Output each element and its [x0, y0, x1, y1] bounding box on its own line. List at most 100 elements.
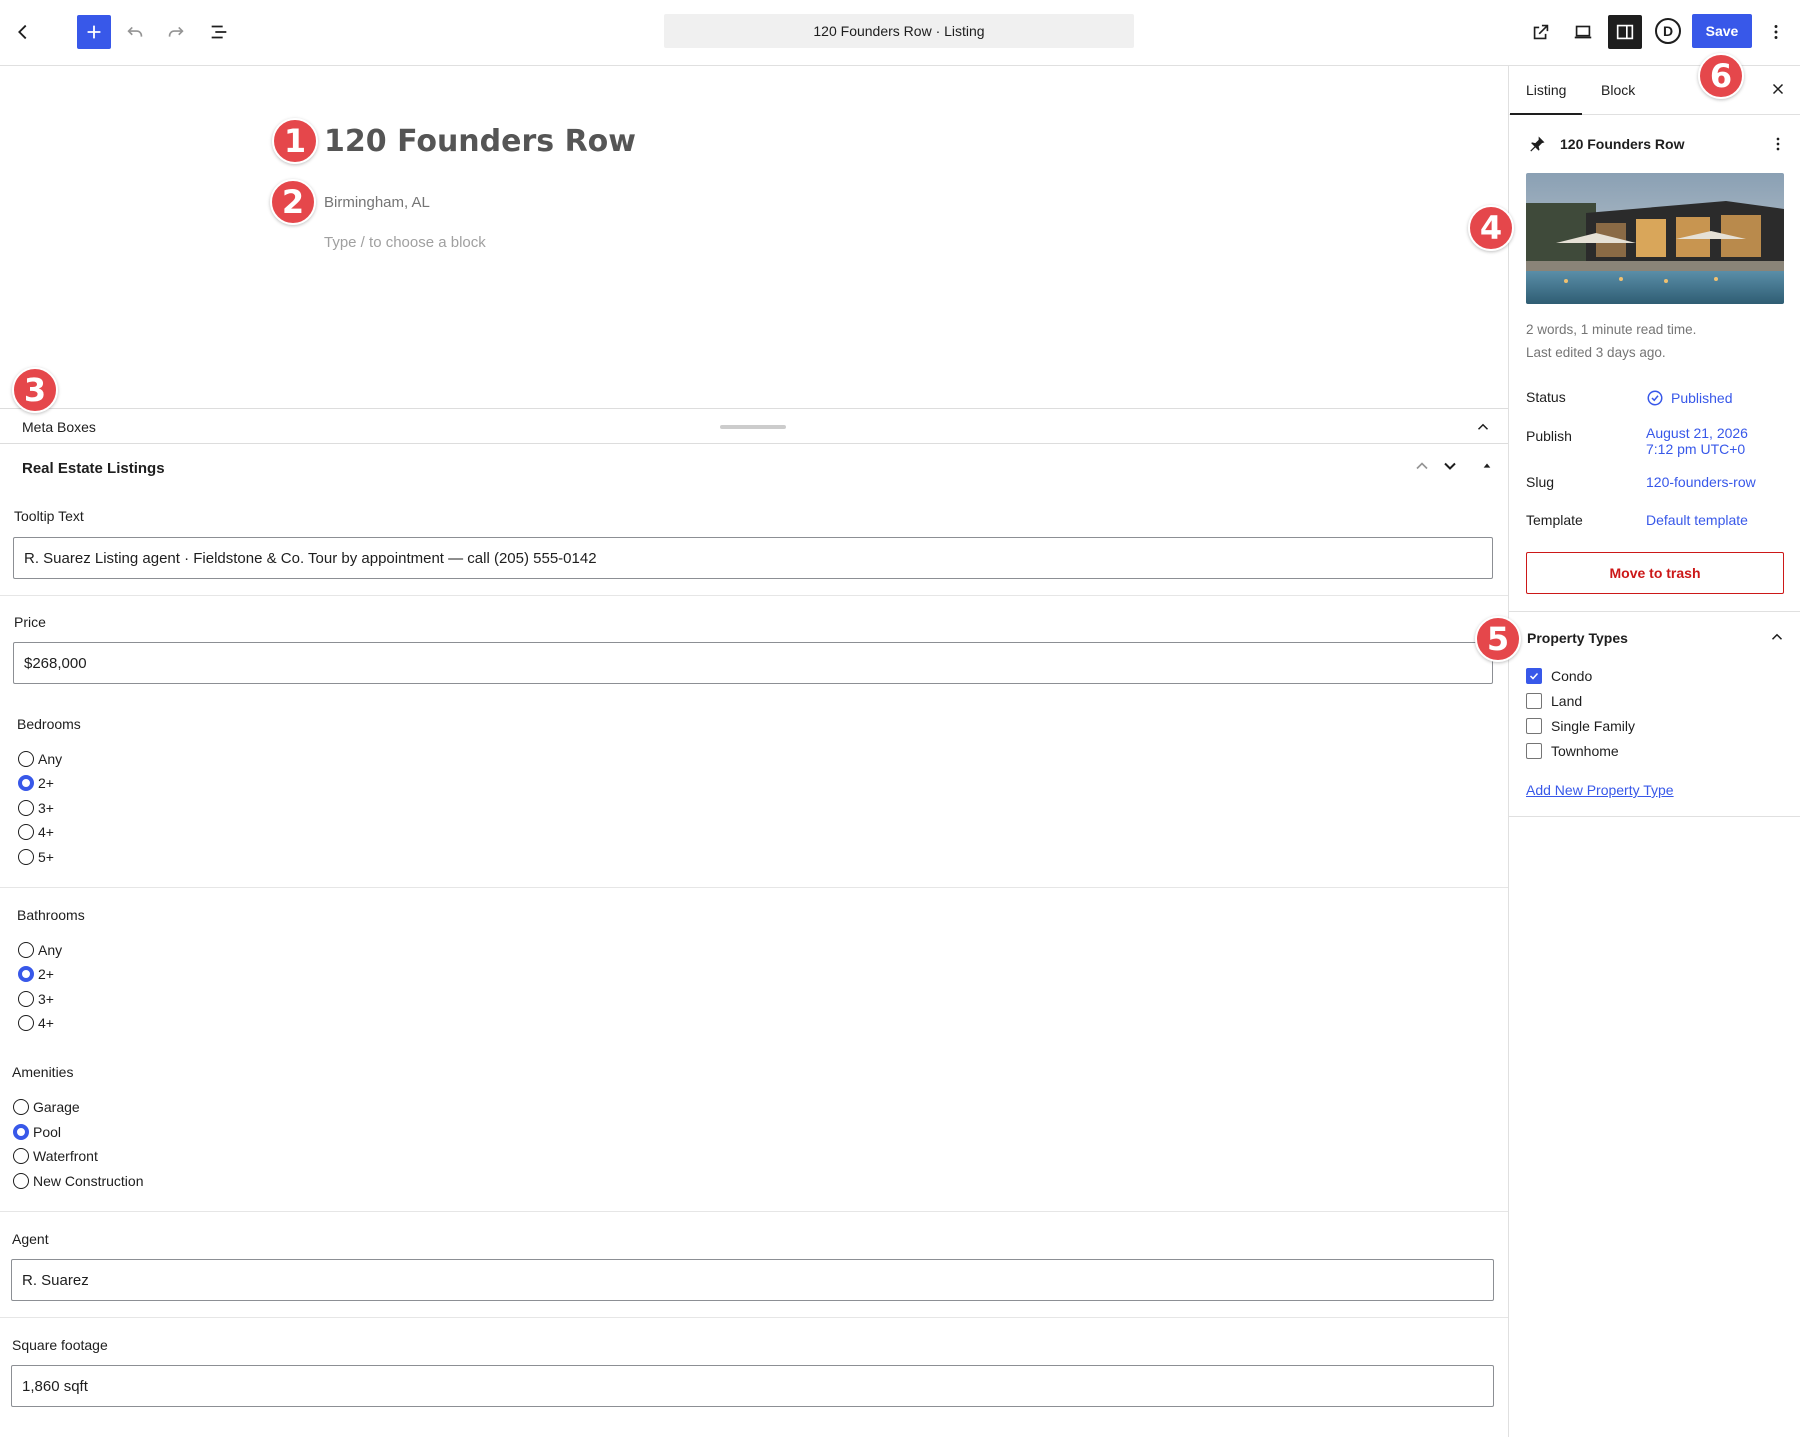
slug-value[interactable]: 120-founders-row — [1646, 474, 1756, 490]
annotation-badge-5: 5 — [1475, 616, 1521, 662]
bathrooms-option-4plus[interactable]: 4+ — [18, 1015, 54, 1031]
radio-button[interactable] — [13, 1099, 29, 1115]
avatar[interactable]: D — [1655, 18, 1681, 44]
back-icon[interactable] — [6, 15, 40, 49]
checkbox-label: Single Family — [1551, 718, 1636, 734]
add-new-property-type-link[interactable]: Add New Property Type — [1526, 782, 1674, 798]
post-subtitle-paragraph[interactable]: Birmingham, AL — [324, 194, 430, 211]
radio-button[interactable] — [18, 1015, 34, 1031]
amenities-option-garage[interactable]: Garage — [13, 1099, 80, 1115]
radio-button-selected[interactable] — [18, 966, 34, 982]
redo-icon[interactable] — [159, 15, 193, 49]
annotation-badge-3: 3 — [12, 367, 58, 413]
amenities-option-pool[interactable]: Pool — [13, 1124, 61, 1140]
featured-image[interactable] — [1526, 173, 1784, 304]
checkbox-label: Townhome — [1551, 743, 1619, 759]
settings-sidebar: Listing Block 120 Founders Row 2 words, … — [1508, 66, 1800, 1437]
option-label: 4+ — [38, 1015, 54, 1031]
bathrooms-option-3plus[interactable]: 3+ — [18, 991, 54, 1007]
publish-time[interactable]: 7:12 pm UTC+0 — [1646, 441, 1745, 457]
publish-date[interactable]: August 21, 2026 — [1646, 425, 1748, 441]
option-label: Any — [38, 751, 63, 767]
tooltip-label: Tooltip Text — [14, 508, 84, 524]
radio-button[interactable] — [18, 824, 34, 840]
radio-button-selected[interactable] — [18, 775, 34, 791]
divider — [0, 595, 1508, 596]
bedrooms-option-2plus[interactable]: 2+ — [18, 775, 54, 791]
tooltip-input[interactable]: R. Suarez Listing agent · Fieldstone & C… — [13, 537, 1493, 579]
external-link-icon[interactable] — [1524, 15, 1558, 49]
sidebar-tabs: Listing Block — [1509, 66, 1800, 115]
amenities-option-new-construction[interactable]: New Construction — [13, 1173, 144, 1189]
option-label: Any — [38, 942, 63, 958]
last-edited-text: Last edited 3 days ago. — [1526, 345, 1666, 360]
option-label: Pool — [33, 1124, 62, 1140]
bedrooms-option-any[interactable]: Any — [18, 751, 62, 767]
move-down-icon[interactable] — [1440, 456, 1460, 476]
bedrooms-option-5plus[interactable]: 5+ — [18, 849, 54, 865]
option-label: 2+ — [38, 775, 54, 791]
radio-button-selected[interactable] — [13, 1124, 29, 1140]
price-input[interactable]: $268,000 — [13, 642, 1493, 684]
agent-input[interactable]: R. Suarez — [11, 1259, 1494, 1301]
divider — [1509, 611, 1800, 612]
move-up-icon[interactable] — [1412, 456, 1432, 476]
document-title-bar[interactable]: 120 Founders Row · Listing — [664, 14, 1134, 48]
checkbox[interactable] — [1526, 718, 1542, 734]
option-label: 5+ — [38, 849, 54, 865]
chevron-up-icon[interactable] — [1474, 418, 1492, 436]
checkbox-label: Condo — [1551, 668, 1593, 684]
radio-button[interactable] — [18, 800, 34, 816]
check-icon — [1529, 672, 1539, 680]
annotation-badge-4: 4 — [1468, 205, 1514, 251]
post-title[interactable]: 120 Founders Row — [324, 124, 636, 159]
toggle-triangle-icon[interactable] — [1477, 456, 1497, 476]
property-type-condo[interactable]: Condo — [1526, 668, 1592, 684]
option-label: Garage — [33, 1099, 80, 1115]
block-placeholder[interactable]: Type / to choose a block — [324, 234, 486, 251]
bedrooms-option-4plus[interactable]: 4+ — [18, 824, 54, 840]
radio-button[interactable] — [18, 849, 34, 865]
undo-icon[interactable] — [118, 15, 152, 49]
post-actions-kebab-icon[interactable] — [1768, 134, 1788, 154]
chevron-up-icon[interactable] — [1768, 628, 1786, 646]
box-title: Real Estate Listings — [22, 460, 165, 477]
meta-boxes-header[interactable]: Meta Boxes — [0, 408, 1508, 444]
radio-button[interactable] — [13, 1148, 29, 1164]
square-footage-label: Square footage — [12, 1337, 108, 1353]
status-label: Status — [1526, 389, 1566, 405]
bedrooms-option-3plus[interactable]: 3+ — [18, 800, 54, 816]
radio-button[interactable] — [18, 991, 34, 1007]
property-types-title[interactable]: Property Types — [1527, 630, 1628, 646]
move-to-trash-button[interactable]: Move to trash — [1526, 552, 1784, 594]
radio-button[interactable] — [18, 942, 34, 958]
price-label: Price — [14, 614, 46, 630]
resize-handle[interactable] — [720, 425, 786, 429]
template-value[interactable]: Default template — [1646, 512, 1748, 528]
status-value[interactable]: Published — [1671, 390, 1733, 406]
options-kebab-icon[interactable] — [1759, 15, 1793, 49]
checkbox[interactable] — [1526, 693, 1542, 709]
device-preview-icon[interactable] — [1566, 15, 1600, 49]
radio-button[interactable] — [18, 751, 34, 767]
close-icon[interactable] — [1769, 80, 1787, 98]
bathrooms-option-any[interactable]: Any — [18, 942, 62, 958]
save-button[interactable]: Save — [1692, 14, 1752, 48]
checkbox[interactable] — [1526, 743, 1542, 759]
tab-listing[interactable]: Listing — [1509, 82, 1584, 115]
checkbox-checked[interactable] — [1526, 668, 1542, 684]
radio-button[interactable] — [13, 1173, 29, 1189]
document-overview-icon[interactable] — [202, 15, 236, 49]
annotation-badge-2: 2 — [270, 179, 316, 225]
property-type-land[interactable]: Land — [1526, 693, 1582, 709]
amenities-label: Amenities — [12, 1064, 74, 1080]
bathrooms-option-2plus[interactable]: 2+ — [18, 966, 54, 982]
option-label: 4+ — [38, 824, 54, 840]
square-footage-input[interactable]: 1,860 sqft — [11, 1365, 1494, 1407]
property-type-single-family[interactable]: Single Family — [1526, 718, 1635, 734]
sidebar-toggle-button[interactable] — [1608, 15, 1642, 49]
add-block-button[interactable] — [77, 15, 111, 49]
amenities-option-waterfront[interactable]: Waterfront — [13, 1148, 98, 1164]
property-type-townhome[interactable]: Townhome — [1526, 743, 1619, 759]
tab-block[interactable]: Block — [1601, 82, 1635, 98]
